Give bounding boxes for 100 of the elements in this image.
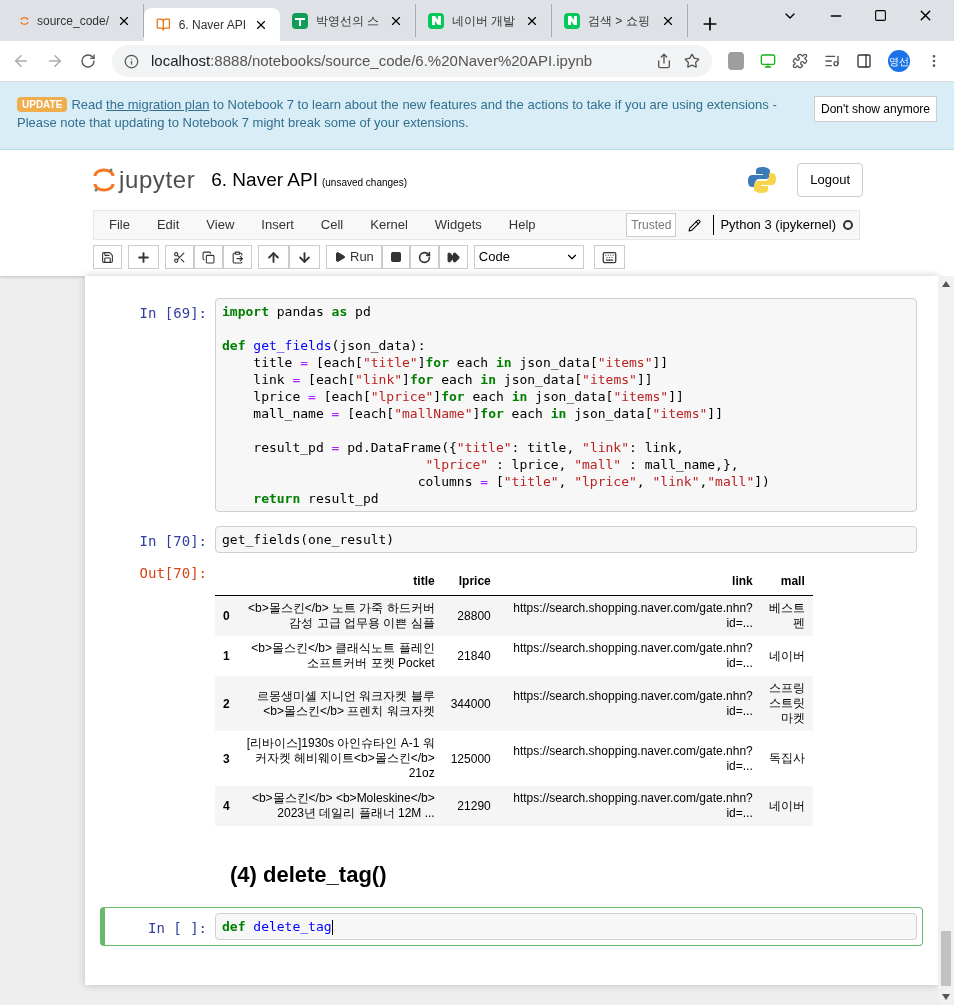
- menu-item[interactable]: Help: [499, 215, 545, 235]
- python-logo-icon: [747, 165, 778, 195]
- stop-icon: [389, 251, 402, 263]
- scroll-up-icon[interactable]: [942, 281, 950, 287]
- selected-cell[interactable]: In [ ]: def delete_tag: [100, 907, 923, 946]
- table-cell: 독집사: [760, 731, 813, 786]
- logout-button[interactable]: Logout: [797, 163, 863, 197]
- code-input[interactable]: get_fields(one_result): [215, 526, 917, 553]
- table-cell: 125000: [442, 731, 499, 786]
- spreadsheet-icon: [292, 12, 308, 29]
- cell-prompt: In [70]:: [138, 532, 208, 551]
- profile-avatar[interactable]: 영선: [888, 50, 910, 72]
- code-line: result_pd = pd.DataFrame({"title": title, "link": link,: [252, 439, 684, 456]
- menu-item[interactable]: Widgets: [425, 215, 491, 235]
- cell-prompt: In [69]:: [138, 304, 208, 323]
- dismiss-button[interactable]: Don't show anymore: [814, 96, 937, 122]
- code-line: columns = ["title", "lprice", "link","mall"]): [416, 473, 770, 490]
- kernel-idle-icon: [843, 220, 853, 230]
- side-panel-icon[interactable]: [856, 53, 872, 69]
- trusted-indicator[interactable]: Trusted: [626, 213, 677, 237]
- menu-item[interactable]: File: [100, 215, 139, 235]
- cut-button[interactable]: [165, 245, 194, 269]
- address-bar[interactable]: localhost:8888/notebooks/source_code/6.%20Naver%20API.ipynb: [112, 45, 712, 77]
- table-cell: <b>몰스킨</b> 클래식노트 플레인 소프트커버 포켓 Pocket: [237, 636, 443, 676]
- code-line: def delete_tag: [222, 918, 333, 935]
- table-cell: 스프링스트릿마켓: [760, 676, 813, 731]
- run-button[interactable]: Run: [326, 245, 382, 269]
- table-cell: 344000: [442, 676, 499, 731]
- code-line: lprice = [each["lprice"]for each in json_data["items"]]: [252, 388, 684, 405]
- reload-icon[interactable]: [80, 53, 96, 69]
- jupyter-wordmark: jupyter: [119, 165, 196, 195]
- tab-title: 6. Naver API: [178, 16, 246, 34]
- table-cell: https://search.shopping.naver.com/gate.nhn?id=...: [498, 636, 761, 676]
- table-cell: 네이버: [760, 636, 813, 676]
- restart-icon: [417, 250, 431, 264]
- menu-item[interactable]: View: [197, 215, 244, 235]
- table-cell: 21290: [442, 786, 499, 826]
- move-down-button[interactable]: [289, 245, 320, 269]
- table-cell: <b>몰스킨</b> <b>Moleskine</b> 2023년 데일리 플래너 12M ...: [237, 786, 443, 826]
- browser-tab[interactable]: 박영선의 스: [280, 4, 416, 37]
- table-cell: https://search.shopping.naver.com/gate.nhn?id=...: [498, 676, 761, 731]
- save-status: (unsaved changes): [321, 175, 407, 190]
- scroll-down-icon[interactable]: [942, 994, 950, 1000]
- keyboard-shortcuts-button[interactable]: [593, 245, 625, 269]
- row-index: 0: [215, 595, 238, 636]
- row-index: 3: [215, 731, 238, 786]
- column-header: title: [237, 567, 443, 596]
- row-index: 4: [215, 786, 238, 826]
- save-button[interactable]: [93, 245, 122, 269]
- run-all-button[interactable]: [438, 245, 468, 269]
- code-input[interactable]: def delete_tag: [215, 913, 917, 940]
- migration-link[interactable]: the migration plan: [106, 97, 210, 112]
- banner-message: UPDATE Read the migration plan to Notebook 7 to learn about the new features and the actions to take if you are using extensions - Please note that updating to Notebook 7 might break some of your extensions.: [17, 96, 778, 132]
- jupyter-logo-icon: [93, 166, 115, 194]
- insert-cell-button[interactable]: [128, 245, 159, 269]
- bookmark-star-icon[interactable]: [684, 53, 700, 69]
- code-line: link = [each["link"]for each in json_data["items"]]: [252, 371, 653, 388]
- cell-prompt: In [ ]:: [147, 919, 208, 938]
- url-text: localhost:8888/notebooks/source_code/6.%20Naver%20API.ipynb: [151, 50, 594, 71]
- scissors-icon: [173, 250, 186, 264]
- notebook-title[interactable]: 6. Naver API: [211, 165, 318, 195]
- plus-icon: [136, 249, 151, 265]
- edit-icon[interactable]: [688, 218, 702, 232]
- browser-tab[interactable]: 네이버 개발: [416, 4, 552, 37]
- kernel-name: Python 3 (ipykernel): [713, 215, 836, 235]
- scrollbar-thumb[interactable]: [941, 931, 951, 986]
- paste-button[interactable]: [223, 245, 252, 269]
- screen-extension-icon[interactable]: [760, 53, 776, 69]
- menu-item[interactable]: Edit: [147, 215, 189, 235]
- menu-item[interactable]: Insert: [252, 215, 303, 235]
- extensions-icon[interactable]: [792, 53, 808, 69]
- menu-item[interactable]: Kernel: [361, 215, 417, 235]
- move-up-button[interactable]: [258, 245, 289, 269]
- code-line: import pandas as pd: [222, 303, 371, 320]
- row-index: 2: [215, 676, 238, 731]
- browser-tab[interactable]: 검색 > 쇼핑: [552, 4, 688, 37]
- media-icon[interactable]: [824, 53, 840, 69]
- table-cell: 네이버: [760, 786, 813, 826]
- n-logo-icon: [564, 12, 580, 29]
- code-input[interactable]: [215, 298, 917, 512]
- column-header: lprice: [442, 567, 499, 596]
- table-cell: https://search.shopping.naver.com/gate.nhn?id=...: [498, 731, 761, 786]
- keyboard-icon: [601, 249, 617, 265]
- maximize-icon[interactable]: [874, 9, 887, 22]
- column-header: mall: [760, 567, 813, 596]
- stop-button[interactable]: [381, 245, 410, 269]
- cell-type-select[interactable]: Code: [473, 245, 584, 269]
- row-index: 1: [215, 636, 238, 676]
- table-cell: 베스트펜: [760, 595, 813, 636]
- code-line: title = [each["title"]for each in json_data["items"]]: [252, 354, 669, 371]
- share-icon[interactable]: [656, 53, 672, 69]
- browser-tab[interactable]: 6. Naver API: [144, 8, 280, 41]
- code-line: def get_fields(json_data):: [222, 337, 426, 354]
- copy-button[interactable]: [194, 245, 223, 269]
- restart-button[interactable]: [409, 245, 439, 269]
- table-cell: 28800: [442, 595, 499, 636]
- menu-item[interactable]: Cell: [311, 215, 353, 235]
- code-line: mall_name = [each["mallName"]for each in json_data["items"]]: [252, 405, 723, 422]
- book-icon: [156, 17, 171, 32]
- section-heading: (4) delete_tag(): [230, 861, 387, 889]
